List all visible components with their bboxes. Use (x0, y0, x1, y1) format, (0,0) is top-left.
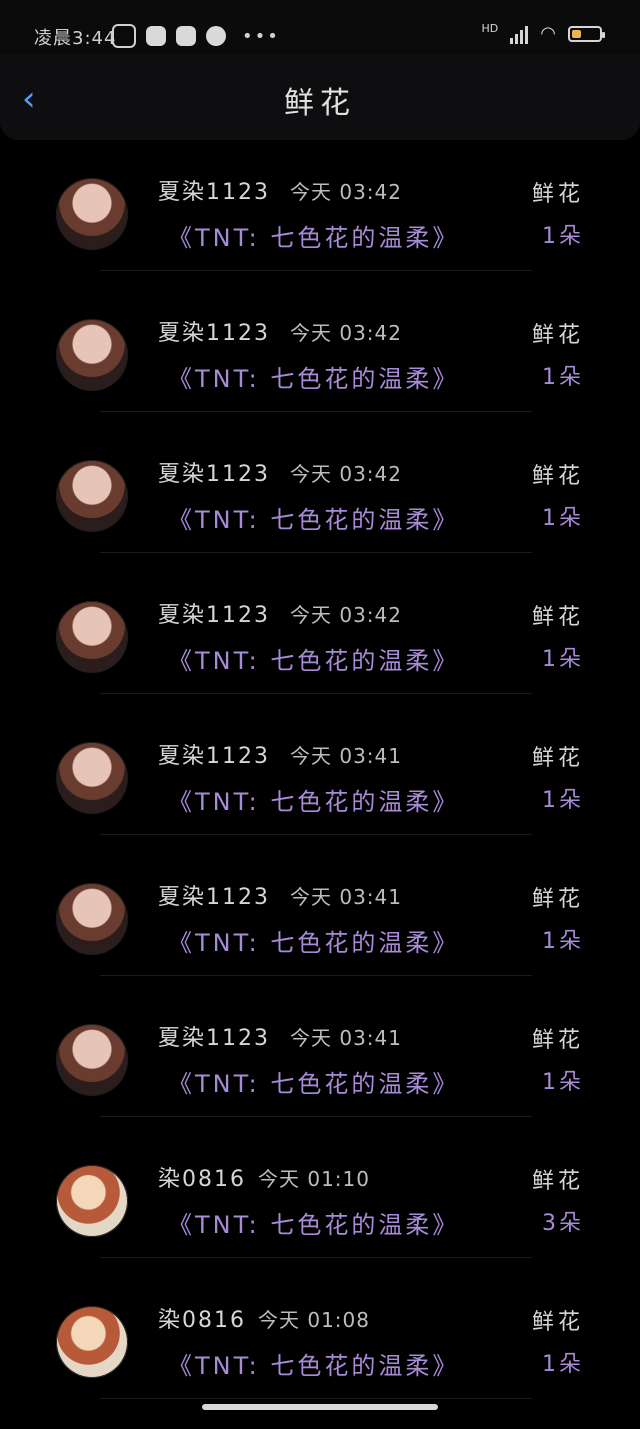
sender-name: 夏染1123 (158, 462, 270, 487)
gift-description: 《TNT: 七色花的温柔》 (168, 929, 460, 957)
tiktok-icon (206, 26, 226, 46)
top-app-bar: ‹ 鲜花 (0, 54, 640, 140)
status-time: 凌晨3:44 (34, 28, 117, 49)
avatar[interactable] (56, 460, 128, 532)
gift-count: 1朵 (542, 788, 584, 813)
gift-type: 鲜花 (531, 323, 584, 348)
timestamp: 今天 03:42 (290, 180, 402, 204)
list-item[interactable]: 夏染1123 今天 03:42 鲜花《TNT: 七色花的温柔》 1朵 (0, 442, 640, 583)
status-icons-right: HD ◠ (481, 21, 605, 44)
timestamp: 今天 03:42 (290, 321, 402, 345)
status-icons-left: ••• (112, 24, 280, 48)
gift-description: 《TNT: 七色花的温柔》 (168, 1352, 460, 1380)
list-item[interactable]: 夏染1123 今天 03:41 鲜花《TNT: 七色花的温柔》 1朵 (0, 1006, 640, 1147)
gift-description: 《TNT: 七色花的温柔》 (168, 506, 460, 534)
timestamp: 今天 01:08 (258, 1308, 370, 1332)
timestamp: 今天 01:10 (258, 1167, 370, 1191)
list-item[interactable]: 夏染1123 今天 03:41 鲜花《TNT: 七色花的温柔》 1朵 (0, 724, 640, 865)
gift-type: 鲜花 (531, 887, 584, 912)
sender-name: 染0816 (158, 1167, 246, 1192)
gift-type: 鲜花 (531, 1169, 584, 1194)
sender-name: 夏染1123 (158, 180, 270, 205)
row-divider (100, 975, 532, 976)
avatar[interactable] (56, 178, 128, 250)
gift-count: 1朵 (542, 929, 584, 954)
gift-description: 《TNT: 七色花的温柔》 (168, 224, 460, 252)
gift-description: 《TNT: 七色花的温柔》 (168, 647, 460, 675)
avatar[interactable] (56, 1306, 128, 1378)
sender-name: 夏染1123 (158, 1026, 270, 1051)
gift-type: 鲜花 (531, 1310, 584, 1335)
avatar[interactable] (56, 319, 128, 391)
gift-history-list: 夏染1123 今天 03:42 鲜花 《TNT: 七色花的温柔》 1朵 夏染1123 今天 … (0, 160, 640, 1429)
sender-name: 夏染1123 (158, 603, 270, 628)
row-divider (100, 270, 532, 271)
gift-count: 1朵 (542, 647, 584, 672)
timestamp: 今天 03:41 (290, 885, 402, 909)
gift-description: 《TNT: 七色花的温柔》 (168, 788, 460, 816)
row-divider (100, 552, 532, 553)
list-item[interactable]: 夏染1123 今天 03:41 鲜花《TNT: 七色花的温柔》 1朵 (0, 865, 640, 1006)
gift-description: 《TNT: 七色花的温柔》 (168, 365, 460, 393)
gift-type: 鲜花 (531, 464, 584, 489)
gift-count: 1朵 (542, 224, 584, 249)
wifi-icon: ◠ (540, 23, 556, 44)
gift-count: 1朵 (542, 1352, 584, 1377)
list-item[interactable]: 染0816 今天 01:10 鲜花《TNT: 七色花的温柔》 3朵 (0, 1147, 640, 1288)
list-item[interactable]: 夏染1123 今天 03:42 鲜花《TNT: 七色花的温柔》 1朵 (0, 583, 640, 724)
avatar[interactable] (56, 742, 128, 814)
more-status-dots: ••• (242, 25, 280, 47)
avatar[interactable] (56, 883, 128, 955)
gift-count: 1朵 (542, 506, 584, 531)
avatar[interactable] (56, 601, 128, 673)
gift-description: 《TNT: 七色花的温柔》 (168, 1211, 460, 1239)
avatar[interactable] (56, 1165, 128, 1237)
gift-type: 鲜花 (531, 182, 584, 207)
gift-type: 鲜花 (531, 746, 584, 771)
row-divider (100, 1257, 532, 1258)
timestamp: 今天 03:42 (290, 462, 402, 486)
sender-name: 夏染1123 (158, 321, 270, 346)
timestamp: 今天 03:42 (290, 603, 402, 627)
row-divider (100, 834, 532, 835)
sender-name: 夏染1123 (158, 885, 270, 910)
gift-count: 3朵 (542, 1211, 584, 1236)
home-indicator[interactable] (202, 1404, 438, 1410)
hd-label: HD (481, 21, 499, 35)
row-divider (100, 1116, 532, 1117)
timestamp: 今天 03:41 (290, 744, 402, 768)
gift-description: 《TNT: 七色花的温柔》 (168, 1070, 460, 1098)
app-icon-2 (176, 26, 196, 46)
row-divider (100, 1398, 532, 1399)
gift-count: 1朵 (542, 365, 584, 390)
list-item[interactable]: 夏染1123 今天 03:42 鲜花《TNT: 七色花的温柔》 1朵 (0, 160, 640, 301)
timestamp: 今天 03:41 (290, 1026, 402, 1050)
row-divider (100, 411, 532, 412)
battery-icon (568, 26, 605, 42)
avatar[interactable] (56, 1024, 128, 1096)
gift-count: 1朵 (542, 1070, 584, 1095)
sender-name: 染0816 (158, 1308, 246, 1333)
signal-icon (510, 24, 529, 44)
gift-type: 鲜花 (531, 605, 584, 630)
mute-icon (112, 24, 136, 48)
app-icon-1 (146, 26, 166, 46)
sender-name: 夏染1123 (158, 744, 270, 769)
gift-type: 鲜花 (531, 1028, 584, 1053)
list-item[interactable]: 夏染1123 今天 03:42 鲜花《TNT: 七色花的温柔》 1朵 (0, 301, 640, 442)
row-divider (100, 693, 532, 694)
page-title: 鲜花 (284, 86, 356, 121)
